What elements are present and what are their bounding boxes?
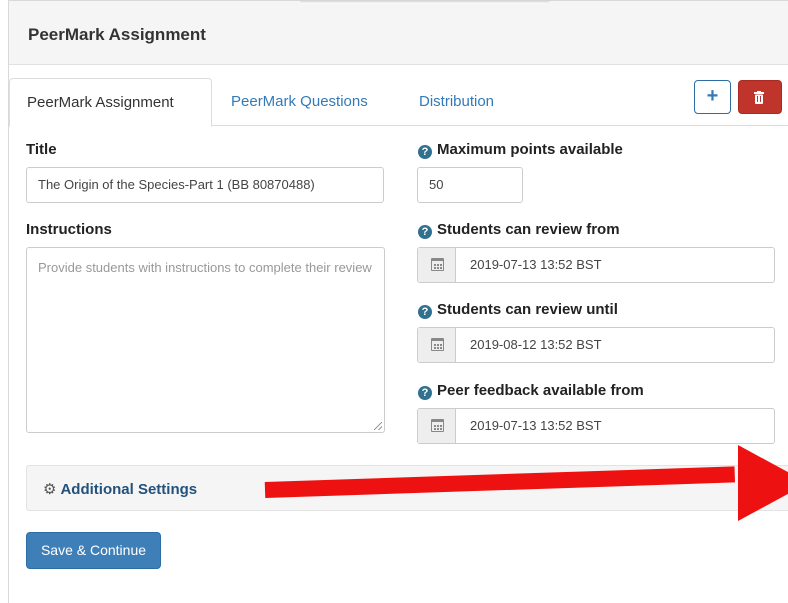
- title-input[interactable]: The Origin of the Species-Part 1 (BB 808…: [26, 167, 384, 203]
- review-until-datepicker[interactable]: 2019-08-12 13:52 BST: [417, 327, 775, 363]
- save-continue-button[interactable]: Save & Continue: [26, 532, 161, 569]
- add-button[interactable]: +: [694, 80, 731, 114]
- calendar-icon: [431, 419, 444, 432]
- tab-distribution[interactable]: Distribution: [402, 78, 511, 126]
- review-from-value: 2019-07-13 13:52 BST: [470, 257, 602, 272]
- calendar-addon[interactable]: [418, 328, 456, 362]
- instructions-label: Instructions: [26, 221, 112, 238]
- calendar-icon: [431, 258, 444, 271]
- panel-header: PeerMark Assignment: [9, 1, 788, 65]
- max-points-input[interactable]: 50: [417, 167, 523, 203]
- review-until-label-text: Students can review until: [437, 301, 618, 318]
- calendar-addon[interactable]: [418, 248, 456, 282]
- feedback-from-datepicker[interactable]: 2019-07-13 13:52 BST: [417, 408, 775, 444]
- review-from-label-text: Students can review from: [437, 221, 620, 238]
- max-points-label: ? Maximum points available: [418, 141, 623, 159]
- review-from-label: ? Students can review from: [418, 221, 620, 239]
- feedback-from-value: 2019-07-13 13:52 BST: [470, 418, 602, 433]
- page-title: PeerMark Assignment: [28, 25, 206, 44]
- question-circle-icon: ?: [418, 386, 432, 400]
- max-points-label-text: Maximum points available: [437, 141, 623, 158]
- window-top-shadow: [300, 0, 550, 4]
- tab-bar: PeerMark Assignment PeerMark Questions D…: [9, 78, 788, 127]
- trash-icon: [754, 91, 764, 104]
- tab-peermark-assignment[interactable]: PeerMark Assignment: [9, 78, 212, 127]
- review-until-value: 2019-08-12 13:52 BST: [470, 337, 602, 352]
- review-until-label: ? Students can review until: [418, 301, 618, 319]
- feedback-from-label: ? Peer feedback available from: [418, 382, 644, 400]
- gear-icon: ⚙: [43, 481, 57, 498]
- annotation-arrow-head: [738, 445, 788, 521]
- additional-settings-label: Additional Settings: [60, 481, 198, 498]
- resize-handle-icon[interactable]: [374, 422, 382, 430]
- feedback-from-label-text: Peer feedback available from: [437, 382, 644, 399]
- delete-button[interactable]: [738, 80, 782, 114]
- question-circle-icon: ?: [418, 145, 432, 159]
- instructions-textarea[interactable]: Provide students with instructions to co…: [26, 247, 385, 433]
- question-circle-icon: ?: [418, 305, 432, 319]
- title-label: Title: [26, 141, 57, 158]
- calendar-icon: [431, 338, 444, 351]
- calendar-addon[interactable]: [418, 409, 456, 443]
- additional-settings-toggle[interactable]: ⚙ Additional Settings: [43, 480, 197, 498]
- tab-peermark-questions[interactable]: PeerMark Questions: [214, 78, 385, 126]
- question-circle-icon: ?: [418, 225, 432, 239]
- instructions-placeholder: Provide students with instructions to co…: [38, 260, 372, 275]
- review-from-datepicker[interactable]: 2019-07-13 13:52 BST: [417, 247, 775, 283]
